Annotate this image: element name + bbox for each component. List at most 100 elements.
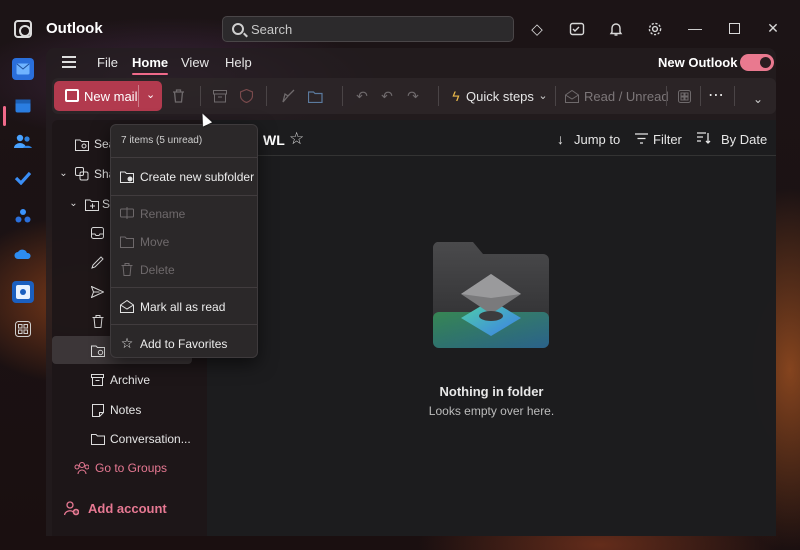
search-icon <box>232 23 244 35</box>
forward-icon[interactable]: ↷ <box>405 88 421 104</box>
add-account-label: Add account <box>88 500 167 516</box>
ribbon-divider <box>200 86 201 106</box>
shared-icon <box>74 167 89 182</box>
apps-grid-icon[interactable] <box>12 318 34 340</box>
groups-icon <box>74 461 89 476</box>
empty-state-subtitle: Looks empty over here. <box>428 404 555 418</box>
new-folder-icon <box>120 169 134 183</box>
app-title: Outlook <box>46 20 103 37</box>
tab-home[interactable]: Home <box>132 55 169 75</box>
todo-check-icon[interactable] <box>12 167 34 189</box>
move-to-folder-icon[interactable] <box>307 88 323 104</box>
tab-view[interactable]: View <box>181 55 209 70</box>
my-day-icon[interactable] <box>568 20 586 38</box>
app-rail <box>0 48 46 550</box>
title-bar: Outlook Search ◇ — ✕ <box>0 0 800 48</box>
menu-item-delete[interactable]: Delete <box>111 256 257 282</box>
sent-icon <box>90 285 105 300</box>
menu-item-create-subfolder[interactable]: Create new subfolder <box>111 163 257 189</box>
organization-icon[interactable] <box>12 281 34 303</box>
mark-read-icon <box>120 299 134 313</box>
chevron-down-icon[interactable]: ⌄ <box>535 88 551 104</box>
filter-icon <box>635 131 648 147</box>
ribbon-divider <box>734 86 735 106</box>
menu-item-label: Create new subfolder <box>140 170 255 184</box>
sort-by-date-button[interactable]: By Date <box>721 132 767 147</box>
new-mail-button[interactable]: New mail ⌄ <box>54 81 162 111</box>
filter-button[interactable]: Filter <box>653 132 682 147</box>
ribbon-toolbar: New mail ⌄ ↶ ↶ ↷ ϟ Quick steps ⌄ Read / … <box>52 78 776 114</box>
go-to-groups-link[interactable]: Go to Groups <box>52 454 207 482</box>
new-outlook-toggle[interactable] <box>740 54 774 71</box>
hamburger-menu-icon[interactable] <box>62 56 76 68</box>
new-mail-label: New mail <box>84 89 138 104</box>
delete-trash-icon[interactable] <box>170 88 186 104</box>
groups-icon[interactable] <box>12 205 34 227</box>
mail-icon[interactable] <box>12 58 34 80</box>
message-list-header: WL ☆ ↓ Jump to Filter By Date <box>207 120 776 156</box>
report-shield-icon[interactable] <box>238 88 254 104</box>
menu-item-add-to-favorites[interactable]: ☆ Add to Favorites <box>111 330 257 356</box>
minimize-icon[interactable]: — <box>687 20 703 36</box>
folder-item-conversation-history[interactable]: Conversation... <box>52 425 207 453</box>
tab-help[interactable]: Help <box>225 55 252 70</box>
calendar-icon[interactable] <box>12 94 34 116</box>
add-account-button[interactable]: Add account <box>52 493 207 523</box>
folder-title: WL <box>263 132 285 148</box>
onedrive-cloud-icon[interactable] <box>12 243 34 265</box>
rename-icon <box>120 206 134 220</box>
wl-folder-icon <box>90 343 105 358</box>
tab-file[interactable]: File <box>97 55 118 70</box>
menu-item-label: Rename <box>140 207 186 221</box>
ribbon-divider <box>342 86 343 106</box>
maximize-icon[interactable] <box>726 20 742 36</box>
folder-item-archive[interactable]: Archive <box>52 366 207 394</box>
premium-diamond-icon[interactable]: ◇ <box>528 20 546 38</box>
jump-to-arrow-icon: ↓ <box>557 131 564 147</box>
chevron-down-icon[interactable]: ⌄ <box>146 88 155 101</box>
folder-label: Notes <box>110 403 142 417</box>
search-box[interactable]: Search <box>222 16 514 42</box>
menu-item-move[interactable]: Move <box>111 228 257 254</box>
star-icon: ☆ <box>120 335 134 351</box>
read-envelope-icon[interactable] <box>564 88 580 104</box>
chevron-down-icon[interactable]: ⌄ <box>56 167 71 182</box>
compose-icon <box>65 89 79 102</box>
menu-item-rename[interactable]: Rename <box>111 200 257 226</box>
expand-ribbon-chevron-icon[interactable]: ⌄ <box>750 91 766 107</box>
more-options-icon[interactable]: ⋯ <box>708 88 724 104</box>
read-unread-button[interactable]: Read / Unread <box>584 89 669 104</box>
ribbon-divider <box>438 86 439 106</box>
chevron-down-icon[interactable]: ⌄ <box>66 197 81 212</box>
archive-icon <box>90 373 105 388</box>
quick-steps-button[interactable]: Quick steps <box>466 89 534 104</box>
add-account-person-icon <box>64 500 79 516</box>
favorite-star-icon[interactable]: ☆ <box>289 129 304 149</box>
sort-icon <box>697 131 711 147</box>
menu-item-label: Mark all as read <box>140 300 226 314</box>
reply-icon[interactable]: ↶ <box>354 88 370 104</box>
jump-to-button[interactable]: Jump to <box>574 132 620 147</box>
close-icon[interactable]: ✕ <box>765 20 781 36</box>
menu-bar: File Home View Help New Outlook <box>46 48 776 78</box>
notifications-bell-icon[interactable] <box>607 20 625 38</box>
message-list: WL ☆ ↓ Jump to Filter By Date Nothing in… <box>207 120 776 536</box>
folder-label: Archive <box>110 373 151 387</box>
settings-gear-icon[interactable] <box>646 20 664 38</box>
people-icon[interactable] <box>12 130 34 152</box>
inbox-icon <box>90 226 105 241</box>
ribbon-divider <box>700 86 701 106</box>
ribbon-divider <box>266 86 267 106</box>
reply-all-icon[interactable]: ↶ <box>379 88 395 104</box>
menu-divider <box>111 287 257 288</box>
apps-grid-icon[interactable] <box>676 88 692 104</box>
folder-item-notes[interactable]: Notes <box>52 396 207 424</box>
ribbon-divider <box>555 86 556 106</box>
menu-item-label: Move <box>140 235 170 249</box>
quick-steps-lightning-icon[interactable]: ϟ <box>448 88 464 104</box>
sweep-broom-icon[interactable] <box>280 88 296 104</box>
archive-icon[interactable] <box>212 88 228 104</box>
empty-state-title: Nothing in folder <box>439 384 544 399</box>
menu-item-mark-all-read[interactable]: Mark all as read <box>111 293 257 319</box>
conversation-folder-icon <box>90 432 105 447</box>
